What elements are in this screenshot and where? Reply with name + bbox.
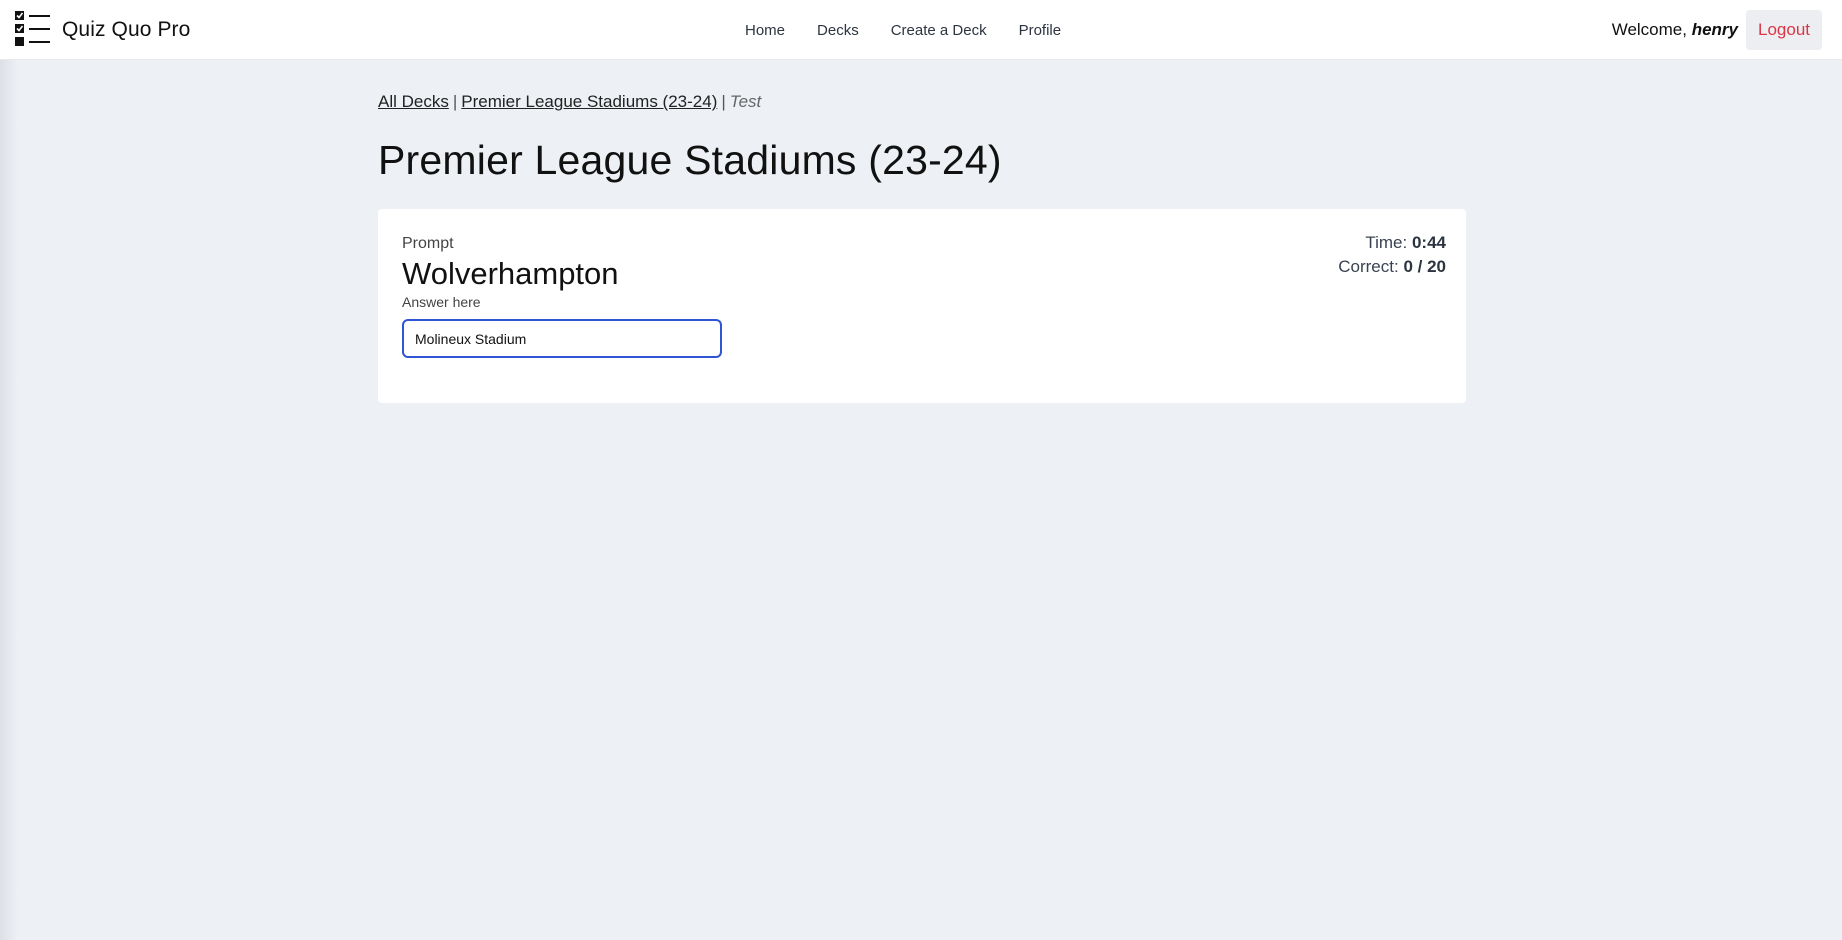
brand-link[interactable]: Quiz Quo Pro bbox=[14, 10, 190, 50]
nav-create-deck[interactable]: Create a Deck bbox=[891, 22, 987, 39]
answer-label: Answer here bbox=[402, 294, 481, 311]
quiz-stats: Time: 0:44 Correct: 0 / 20 bbox=[1338, 231, 1446, 279]
timer: Time: 0:44 bbox=[1338, 231, 1446, 255]
score: Correct: 0 / 20 bbox=[1338, 255, 1446, 279]
main-nav: Home Decks Create a Deck Profile bbox=[745, 0, 1061, 60]
time-value: 0:44 bbox=[1411, 233, 1446, 253]
breadcrumb-separator: | bbox=[721, 92, 726, 111]
username: henry bbox=[1691, 20, 1738, 39]
nav-home[interactable]: Home bbox=[745, 22, 785, 39]
correct-label: Correct: bbox=[1338, 257, 1399, 277]
nav-profile[interactable]: Profile bbox=[1019, 22, 1062, 39]
answer-input[interactable] bbox=[402, 319, 722, 359]
quiz-card: Prompt Wolverhampton Answer here Time: 0… bbox=[378, 209, 1466, 404]
correct-value: 0 / 20 bbox=[1403, 257, 1446, 277]
prompt-label: Prompt bbox=[402, 235, 454, 253]
top-navbar: Quiz Quo Pro Home Decks Create a Deck Pr… bbox=[0, 0, 1842, 60]
brand-title: Quiz Quo Pro bbox=[62, 18, 191, 41]
page-title: Premier League Stadiums (23-24) bbox=[378, 137, 1002, 183]
breadcrumb-all-decks[interactable]: All Decks bbox=[378, 92, 449, 111]
prompt-value: Wolverhampton bbox=[402, 256, 619, 292]
logout-button[interactable]: Logout bbox=[1746, 10, 1822, 50]
user-area: Welcome, henry Logout bbox=[1612, 10, 1822, 50]
nav-decks[interactable]: Decks bbox=[817, 22, 859, 39]
breadcrumb-separator: | bbox=[452, 92, 458, 111]
quiz-question: Prompt Wolverhampton Answer here bbox=[402, 235, 722, 359]
welcome-prefix: Welcome, bbox=[1611, 20, 1687, 39]
welcome-text: Welcome, henry bbox=[1612, 20, 1738, 40]
breadcrumb-current: Test bbox=[729, 92, 762, 111]
window-edge-shadow bbox=[0, 0, 18, 940]
breadcrumb-deck[interactable]: Premier League Stadiums (23-24) bbox=[461, 92, 717, 111]
main-content: All Decks | Premier League Stadiums (23-24… bbox=[378, 92, 1466, 404]
time-label: Time: bbox=[1365, 233, 1408, 253]
checklist-icon bbox=[14, 9, 52, 52]
breadcrumb: All Decks | Premier League Stadiums (23-24… bbox=[378, 92, 1466, 116]
